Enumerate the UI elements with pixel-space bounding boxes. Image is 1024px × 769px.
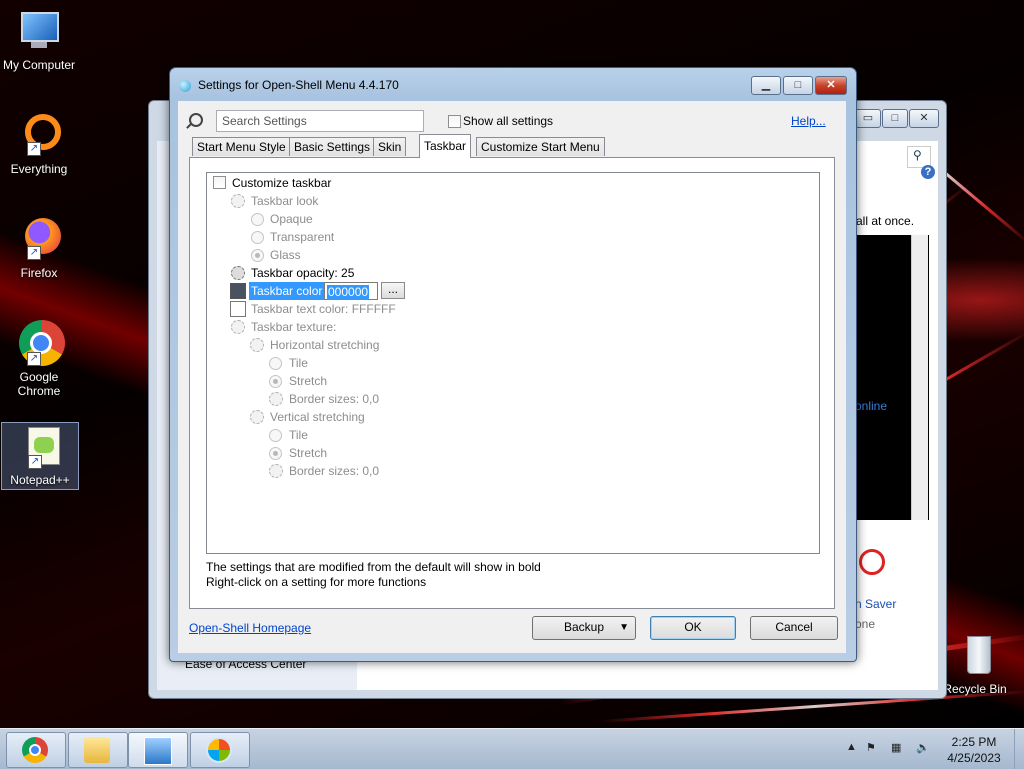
settings-gear-icon — [231, 320, 245, 334]
desktop-icon-label: Everything — [10, 162, 68, 176]
screensaver-icon — [857, 545, 885, 575]
stretch-vertical-radio[interactable] — [269, 447, 282, 460]
open-shell-icon — [179, 80, 191, 92]
settings-gear-icon — [250, 410, 264, 424]
taskbar-chrome-button[interactable] — [6, 732, 66, 768]
clock-date: 4/25/2023 — [947, 751, 1001, 765]
bg-scrollbar[interactable] — [911, 235, 928, 520]
maximize-button[interactable]: □ — [783, 76, 813, 95]
shortcut-arrow-icon: ↗ — [27, 352, 41, 366]
settings-dialog[interactable]: Settings for Open-Shell Menu 4.4.170 ▁ □… — [169, 67, 857, 662]
ok-button[interactable]: OK — [650, 616, 736, 640]
cancel-button[interactable]: Cancel — [750, 616, 838, 640]
desktop-icon-recycle-bin[interactable]: Recycle Bin — [937, 632, 1013, 696]
tile-vertical-radio[interactable] — [269, 429, 282, 442]
taskbar-control-panel-button[interactable] — [128, 732, 188, 768]
dialog-title: Settings for Open-Shell Menu 4.4.170 — [198, 78, 399, 92]
tab-start-menu-style[interactable]: Start Menu Style — [192, 137, 291, 156]
bg-description-text: all at once. — [856, 214, 915, 228]
taskbar-settings-panel: Customize taskbar Taskbar look Opaque Tr… — [189, 157, 835, 609]
taskbar-start-button[interactable] — [190, 732, 250, 768]
desktop-icon-my-computer[interactable]: My Computer — [1, 8, 77, 72]
shortcut-arrow-icon: ↗ — [27, 246, 41, 260]
desktop-icon-label: Recycle Bin — [943, 682, 1007, 696]
network-icon[interactable]: ▦ — [891, 741, 901, 754]
dropdown-arrow-icon: ▼ — [619, 622, 629, 633]
desktop-icon-label: Google Chrome — [17, 370, 61, 398]
everything-icon: ↗ — [15, 112, 63, 160]
tab-basic-settings[interactable]: Basic Settings — [289, 137, 376, 156]
note-right-click: Right-click on a setting for more functi… — [206, 575, 427, 589]
text-color-swatch — [230, 301, 246, 317]
chrome-icon: ↗ — [15, 320, 65, 368]
backup-button[interactable]: Backup ▼ — [532, 616, 636, 640]
computer-icon — [15, 8, 63, 56]
show-all-settings-label: Show all settings — [463, 114, 554, 128]
desktop-icon-label: My Computer — [2, 58, 76, 72]
shortcut-arrow-icon: ↗ — [27, 142, 41, 156]
recycle-bin-icon — [951, 632, 999, 680]
tab-taskbar[interactable]: Taskbar — [419, 134, 472, 158]
folder-icon — [84, 737, 110, 763]
help-icon[interactable]: ? — [921, 165, 935, 179]
bg-close-button[interactable]: ✕ — [909, 109, 939, 128]
tab-customize-start-menu[interactable]: Customize Start Menu — [476, 137, 605, 156]
desktop-icon-label: Firefox — [20, 266, 58, 280]
chrome-icon — [22, 737, 48, 763]
settings-gear-icon — [269, 464, 283, 478]
show-hidden-icons-button[interactable]: ▲ — [846, 741, 857, 753]
tile-horizontal-radio[interactable] — [269, 357, 282, 370]
shortcut-arrow-icon: ↗ — [28, 455, 42, 469]
control-panel-icon — [144, 737, 172, 765]
windows-logo-icon — [206, 737, 232, 763]
taskbar-color-picker-button[interactable]: ... — [381, 282, 405, 299]
system-clock[interactable]: 2:25 PM 4/25/2023 — [940, 734, 1008, 766]
screensaver-link[interactable]: n Saver — [855, 597, 896, 611]
setting-taskbar-color[interactable]: Taskbar color 000000 ... — [229, 282, 469, 300]
glass-radio[interactable] — [251, 249, 264, 262]
help-link[interactable]: Help... — [791, 114, 826, 128]
desktop-icon-firefox[interactable]: ↗ Firefox — [1, 216, 77, 280]
notepad-plus-plus-icon: ↗ — [16, 423, 64, 471]
settings-gear-icon — [269, 392, 283, 406]
settings-gear-icon — [231, 266, 245, 280]
close-button[interactable]: ✕ — [815, 76, 847, 95]
stretch-horizontal-radio[interactable] — [269, 375, 282, 388]
taskbar-explorer-button[interactable] — [68, 732, 128, 768]
screensaver-value: one — [855, 617, 876, 631]
taskbar: ▲ ⚑ ▦ 🔈 2:25 PM 4/25/2023 — [0, 728, 1024, 769]
desktop-icon-label: Notepad++ — [10, 473, 70, 487]
show-all-settings-checkbox[interactable] — [448, 115, 461, 128]
open-shell-homepage-link[interactable]: Open-Shell Homepage — [189, 621, 311, 635]
show-desktop-button[interactable] — [1014, 729, 1024, 769]
bg-maximize-button[interactable]: □ — [882, 109, 908, 128]
note-bold-settings: The settings that are modified from the … — [206, 560, 541, 574]
opaque-radio[interactable] — [251, 213, 264, 226]
tab-skin[interactable]: Skin — [373, 137, 407, 156]
search-icon — [189, 113, 203, 127]
desktop-icon-everything[interactable]: ↗ Everything — [1, 112, 77, 176]
settings-tree[interactable]: Customize taskbar Taskbar look Opaque Tr… — [206, 172, 820, 554]
taskbar-color-swatch — [230, 283, 246, 299]
taskbar-color-input[interactable]: 000000 — [324, 282, 378, 300]
search-placeholder: Search Settings — [222, 114, 307, 128]
volume-icon[interactable]: 🔈 — [916, 741, 930, 754]
search-settings-input[interactable]: Search Settings — [216, 110, 424, 132]
clock-time: 2:25 PM — [951, 735, 997, 749]
bg-online-link[interactable]: online — [855, 399, 887, 413]
settings-gear-icon — [231, 194, 245, 208]
desktop-icon-notepad-plus-plus[interactable]: ↗ Notepad++ — [1, 422, 79, 490]
customize-taskbar-checkbox[interactable] — [213, 176, 226, 189]
bg-minimize-button[interactable]: ▭ — [855, 109, 881, 128]
firefox-icon: ↗ — [15, 216, 63, 264]
settings-gear-icon — [250, 338, 264, 352]
minimize-button[interactable]: ▁ — [751, 76, 781, 95]
search-icon: ⚲ — [913, 148, 922, 162]
desktop-icon-google-chrome[interactable]: ↗ Google Chrome — [1, 320, 77, 398]
action-center-icon[interactable]: ⚑ — [866, 741, 876, 754]
dialog-titlebar[interactable]: Settings for Open-Shell Menu 4.4.170 ▁ □… — [170, 68, 856, 102]
transparent-radio[interactable] — [251, 231, 264, 244]
